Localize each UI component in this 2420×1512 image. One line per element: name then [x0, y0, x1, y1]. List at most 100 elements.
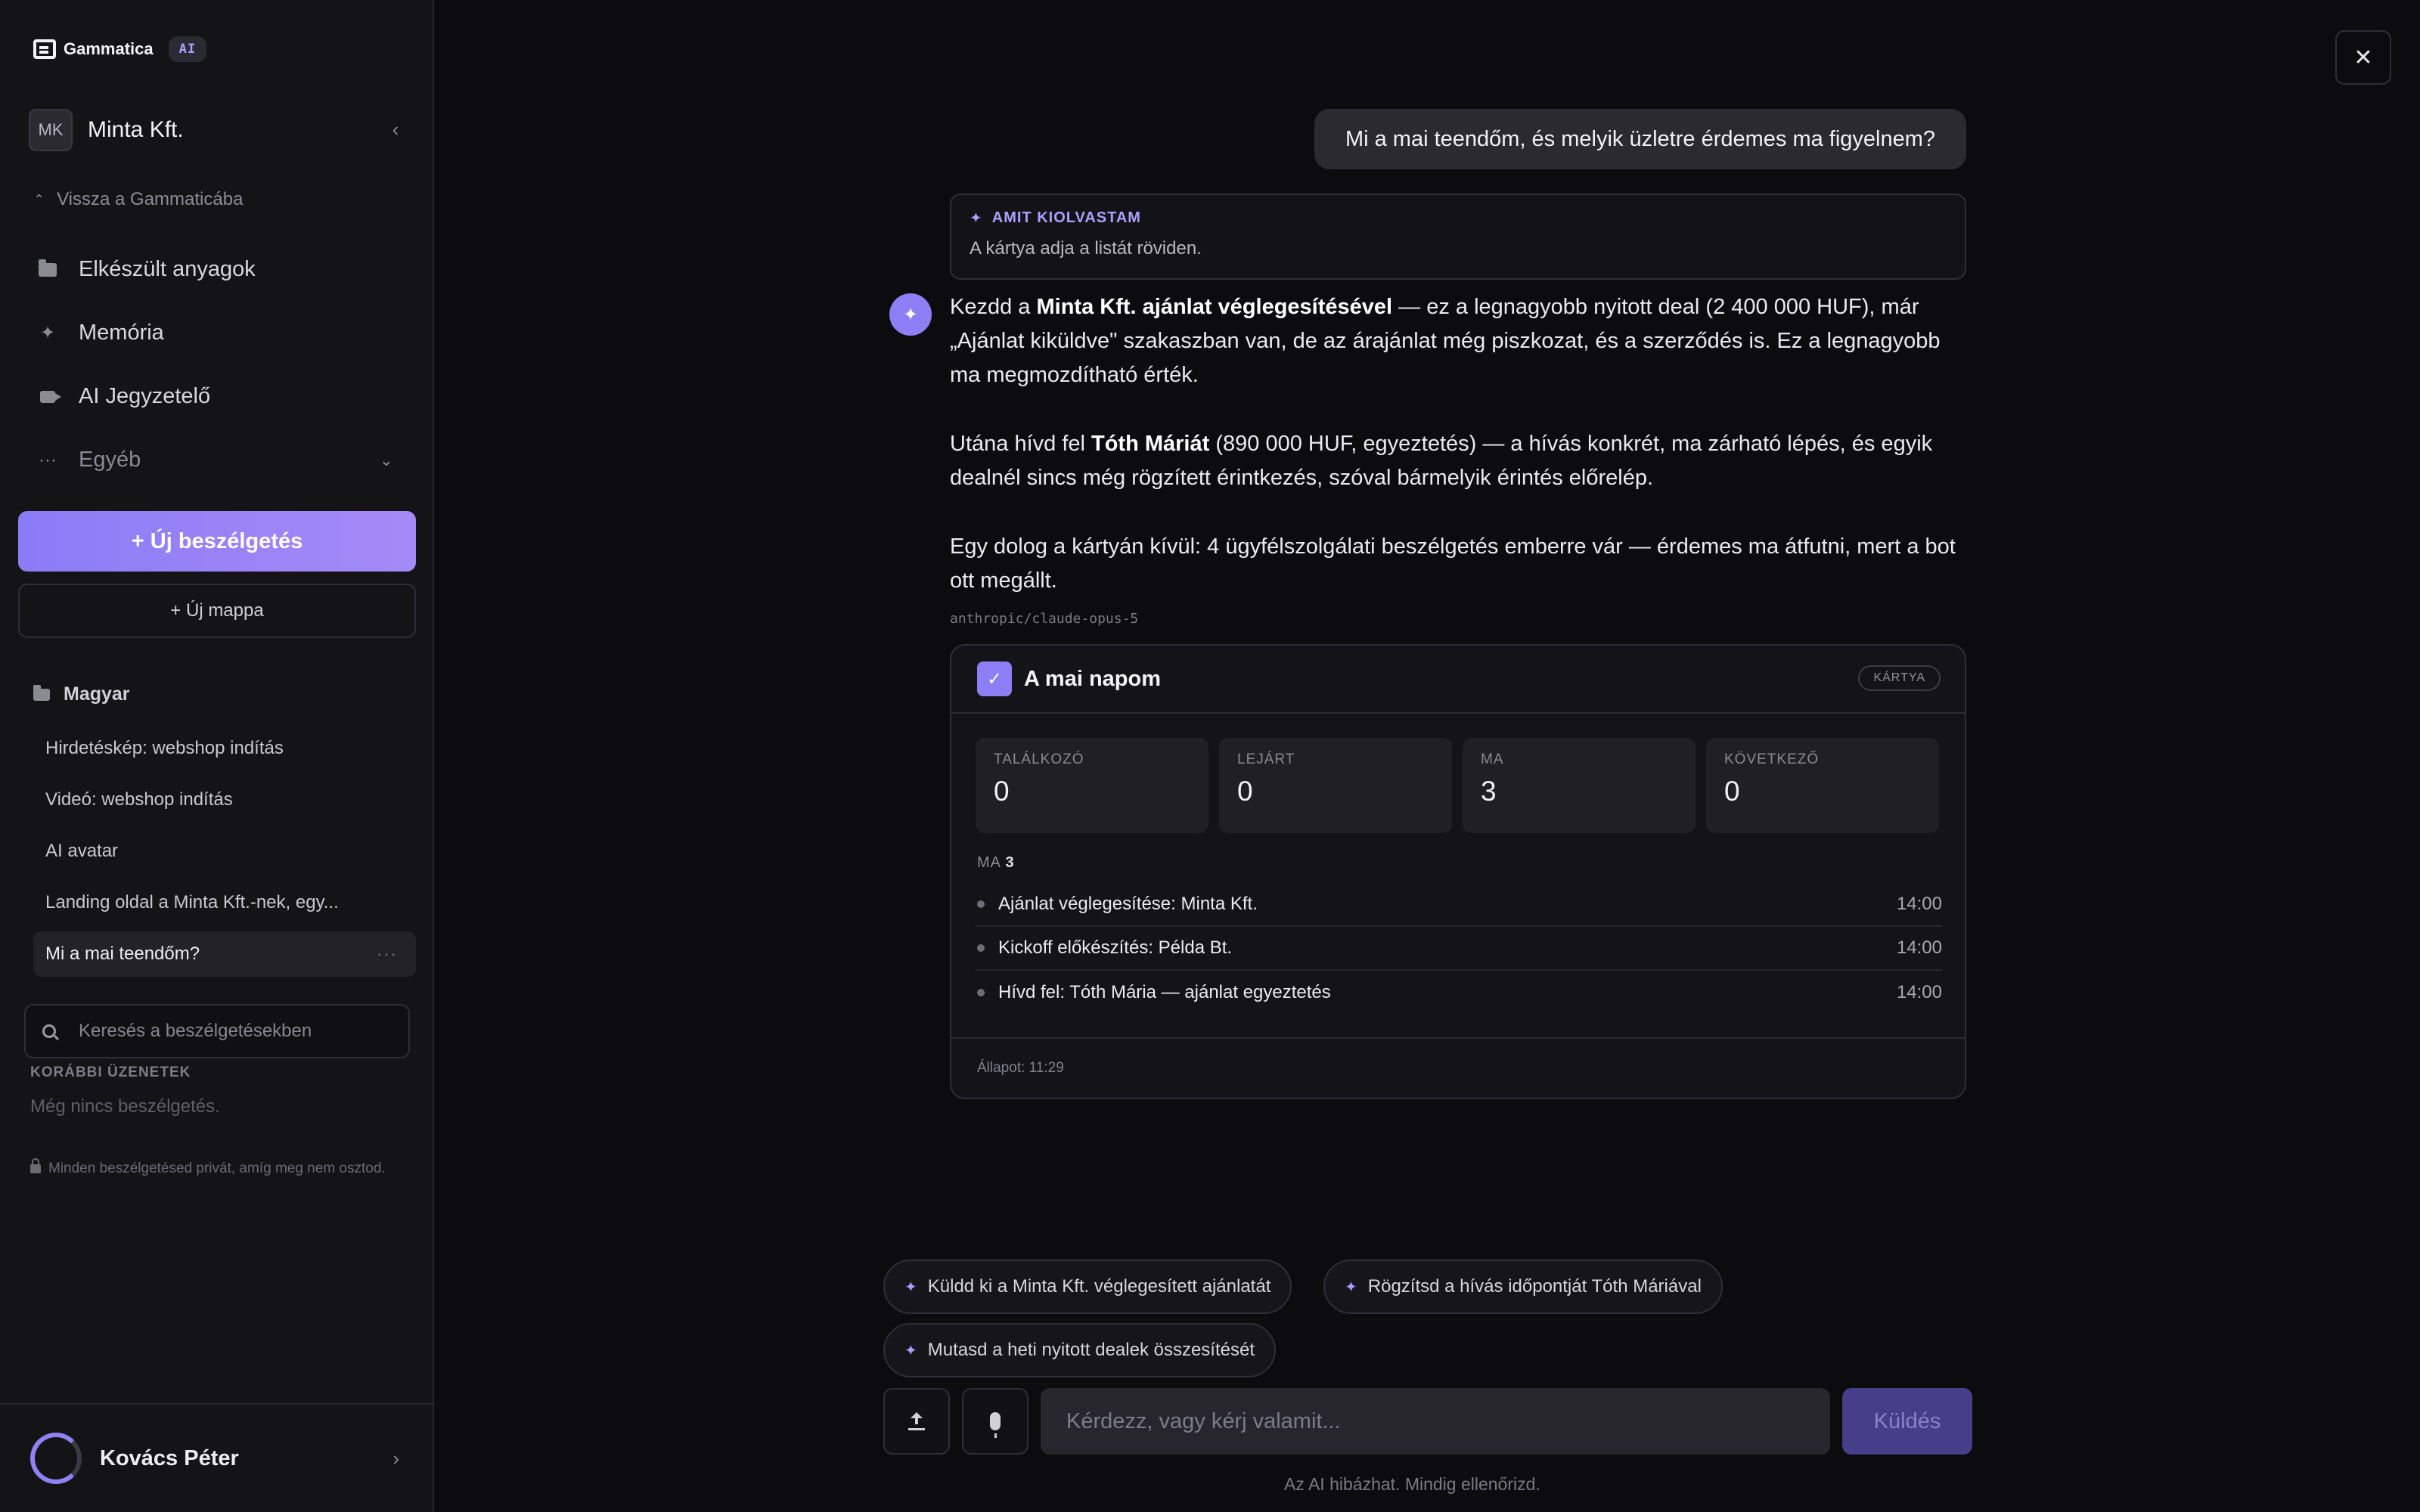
- stat-value: 0: [1237, 776, 1253, 807]
- org-avatar: MK: [29, 109, 73, 151]
- conversation-item[interactable]: AI avatar: [33, 829, 416, 874]
- chevron-down-icon: ⌄: [379, 450, 393, 469]
- answer-paragraph: Utána hívd fel Tóth Máriát (890 000 HUF,…: [950, 427, 1971, 495]
- stat-label: TALÁLKOZÓ: [994, 751, 1084, 767]
- stat-label: KÖVETKEZŐ: [1724, 751, 1820, 767]
- stat-value: 3: [1481, 776, 1497, 807]
- conversation-item[interactable]: Landing oldal a Minta Kft.-nek, egy...: [33, 880, 416, 925]
- gammatica-logo-icon: [33, 39, 56, 59]
- privacy-note-text: Minden beszélgetésed privát, amíg meg ne…: [48, 1160, 386, 1176]
- task-row[interactable]: Hívd fel: Tóth Mária — ajánlat egyezteté…: [976, 971, 1942, 1015]
- nav-item-finished-materials[interactable]: Elkészült anyagok: [36, 257, 407, 282]
- microphone-button[interactable]: [962, 1388, 1028, 1455]
- chevron-up-icon: ⌃: [33, 191, 45, 207]
- conversation-title: Mi a mai teendőm?: [45, 943, 200, 964]
- answer-paragraph: Egy dolog a kártyán kívül: 4 ügyfélszolg…: [950, 534, 1956, 593]
- nav-item-label: Egyéb: [79, 448, 141, 472]
- collapse-sidebar-icon[interactable]: ‹: [384, 118, 407, 141]
- bullet-icon: [977, 944, 985, 952]
- user-avatar: [30, 1433, 82, 1484]
- card-badge: KÁRTYA: [1858, 665, 1941, 691]
- card-status: Állapot: 11:29: [951, 1037, 1965, 1098]
- read-summary-header: ✦ AMIT KIOLVASTAM: [970, 209, 1947, 228]
- privacy-note: Minden beszélgetésed privát, amíg meg ne…: [30, 1157, 393, 1181]
- nav-item-label: Memória: [79, 321, 164, 345]
- back-link-label: Vissza a Gammaticába: [57, 189, 244, 209]
- conversation-more-icon[interactable]: ···: [377, 944, 398, 964]
- new-chat-button[interactable]: + Új beszélgetés: [18, 511, 416, 572]
- conversation-search: [24, 1004, 410, 1058]
- read-summary-text: A kártya adja a listát röviden.: [970, 238, 1202, 259]
- read-summary-box: ✦ AMIT KIOLVASTAM A kártya adja a listát…: [950, 194, 1966, 280]
- answer-emphasis: Tóth Máriát: [1091, 432, 1210, 456]
- send-button[interactable]: Küldés: [1842, 1388, 1972, 1455]
- conversation-item-active[interactable]: Mi a mai teendőm? ···: [33, 931, 416, 977]
- task-time: 14:00: [1896, 937, 1942, 958]
- task-title: Kickoff előkészítés: Példa Bt.: [998, 937, 1233, 958]
- microphone-icon: [990, 1412, 1001, 1438]
- suggestion-label: Mutasd a heti nyitott dealek összesítésé…: [927, 1340, 1255, 1360]
- ai-badge: AI: [168, 36, 207, 62]
- suggestion-chip[interactable]: ✦ Mutasd a heti nyitott dealek összesíté…: [883, 1323, 1276, 1377]
- bullet-icon: [977, 900, 985, 908]
- conversation-title: Landing oldal a Minta Kft.-nek, egy...: [45, 892, 339, 912]
- sparkle-icon: ✦: [1345, 1278, 1357, 1296]
- suggestion-chip[interactable]: ✦ Rögzítsd a hívás időpontját Tóth Máriá…: [1323, 1259, 1723, 1314]
- sparkle-icon: ✦: [39, 323, 56, 343]
- user-menu[interactable]: Kovács Péter ›: [0, 1403, 433, 1512]
- answer-text: Utána hívd fel: [950, 432, 1091, 456]
- stats-row: TALÁLKOZÓ 0 LEJÁRT 0 MA 3 KÖVETKEZŐ 0: [976, 738, 1950, 833]
- sidebar: Gammatica AI MK Minta Kft. ‹ ⌃ Vissza a …: [0, 0, 434, 1512]
- close-icon[interactable]: ✕: [2335, 30, 2391, 85]
- answer-text: Kezdd a: [950, 295, 1037, 319]
- stat-label: MA: [1481, 751, 1504, 767]
- stat-today: MA 3: [1463, 738, 1696, 833]
- conversation-item[interactable]: Videó: webshop indítás: [33, 777, 416, 823]
- stat-overdue: LEJÁRT 0: [1219, 738, 1452, 833]
- folder-icon: [33, 684, 50, 701]
- sparkle-icon: ✦: [970, 210, 983, 227]
- nav-item-ai-notetaker[interactable]: AI Jegyzetelő: [36, 384, 407, 409]
- sparkle-icon: ✦: [904, 1342, 917, 1359]
- nav-item-label: AI Jegyzetelő: [79, 384, 211, 408]
- suggestion-label: Küldd ki a Minta Kft. véglegesített aján…: [927, 1276, 1271, 1297]
- camera-icon: [36, 386, 61, 408]
- chevron-right-icon: ›: [392, 1447, 399, 1470]
- lock-icon: [30, 1158, 41, 1173]
- older-messages-label: KORÁBBI ÜZENETEK: [30, 1064, 191, 1080]
- nav-item-memory[interactable]: ✦ Memória: [36, 321, 407, 345]
- bullet-icon: [977, 989, 985, 996]
- conversation-title: Videó: webshop indítás: [45, 789, 233, 810]
- new-folder-button[interactable]: + Új mappa: [18, 584, 416, 638]
- message-input[interactable]: [1041, 1388, 1830, 1455]
- conversation-item[interactable]: Hirdetéskép: webshop indítás: [33, 726, 416, 771]
- ai-disclaimer: Az AI hibázhat. Mindig ellenőrizd.: [1284, 1474, 1540, 1494]
- assistant-answer: Kezdd a Minta Kft. ajánlat véglegesítésé…: [950, 290, 1971, 633]
- answer-emphasis: Minta Kft. ajánlat véglegesítésével: [1036, 295, 1393, 319]
- suggestion-label: Rögzítsd a hívás időpontját Tóth Máriáva…: [1367, 1276, 1702, 1297]
- task-row[interactable]: Kickoff előkészítés: Példa Bt. 14:00: [976, 927, 1942, 971]
- search-icon: [42, 1024, 56, 1038]
- read-summary-title: AMIT KIOLVASTAM: [991, 209, 1141, 226]
- my-day-card: ✓ A mai napom KÁRTYA TALÁLKOZÓ 0 LEJÁRT …: [950, 644, 1966, 1099]
- upload-button[interactable]: [883, 1388, 950, 1455]
- answer-paragraph: Kezdd a Minta Kft. ajánlat véglegesítésé…: [950, 290, 1971, 392]
- today-label-text: MA: [977, 854, 1001, 871]
- suggestion-chip[interactable]: ✦ Küldd ki a Minta Kft. véglegesített aj…: [883, 1259, 1292, 1314]
- card-title: A mai napom: [1024, 666, 1162, 691]
- nav-item-other[interactable]: ··· Egyéb ⌄: [36, 448, 407, 472]
- org-name: Minta Kft.: [88, 117, 184, 142]
- folder-name: Magyar: [64, 683, 130, 705]
- older-messages-empty: Még nincs beszélgetés.: [30, 1096, 220, 1117]
- folder-magyar[interactable]: Magyar: [33, 683, 130, 705]
- conversation-title: AI avatar: [45, 841, 119, 861]
- stat-next: KÖVETKEZŐ 0: [1706, 738, 1939, 833]
- nav-item-label: Elkészült anyagok: [79, 257, 256, 281]
- task-row[interactable]: Ajánlat véglegesítése: Minta Kft. 14:00: [976, 883, 1942, 927]
- org-switcher[interactable]: MK Minta Kft. ‹: [29, 109, 407, 151]
- card-header: ✓ A mai napom KÁRTYA: [951, 646, 1965, 714]
- checkbox-icon: ✓: [977, 662, 1012, 696]
- back-to-gammatica-link[interactable]: ⌃ Vissza a Gammaticába: [33, 189, 243, 210]
- search-input[interactable]: [79, 1021, 396, 1042]
- brand[interactable]: Gammatica AI: [33, 36, 207, 62]
